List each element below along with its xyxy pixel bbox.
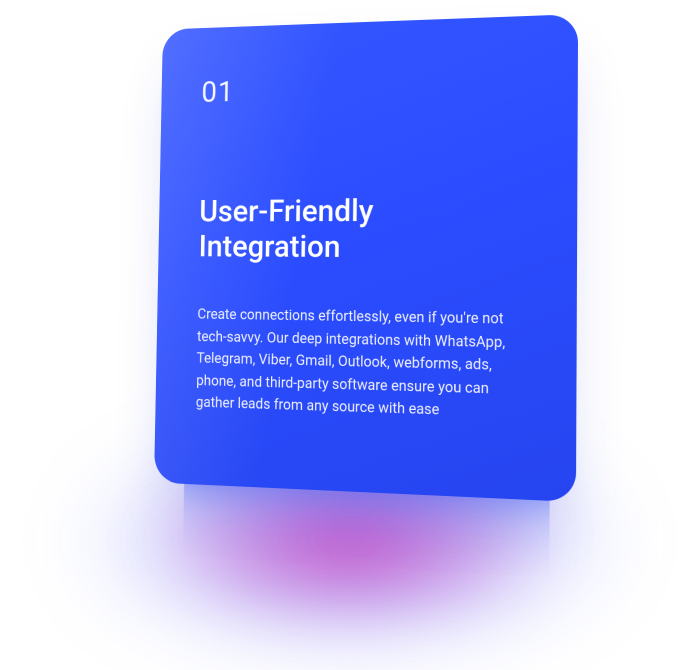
card-title: User-Friendly Integration	[198, 192, 531, 265]
card-number: 01	[201, 66, 532, 109]
card-body: Create connections effortlessly, even if…	[196, 304, 529, 425]
stage: 01 User-Friendly Integration Create conn…	[0, 0, 700, 578]
feature-card: 01 User-Friendly Integration Create conn…	[154, 14, 578, 502]
